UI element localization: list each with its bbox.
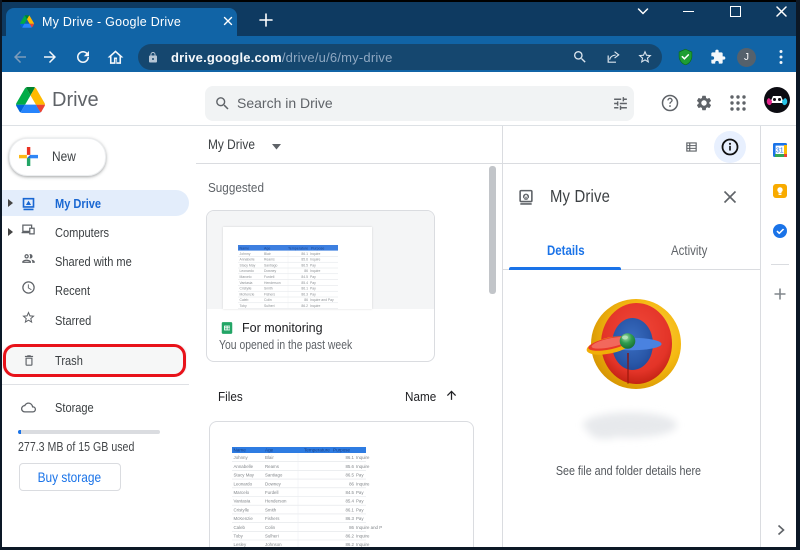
svg-text:Inquire: Inquire [356,533,370,538]
svg-text:86.3: 86.3 [301,292,308,296]
svg-text:McKenzie: McKenzie [240,292,255,296]
svg-text:86.5: 86.5 [345,472,354,477]
svg-text:Temperature: Temperature [288,246,308,250]
svg-text:Leonardo: Leonardo [240,269,254,273]
svg-text:Lesley: Lesley [233,542,246,547]
svg-text:Furdell: Furdell [265,490,278,495]
svg-text:Blair: Blair [264,252,272,256]
svg-text:86: 86 [349,524,354,529]
svg-text:Henderson: Henderson [264,281,281,285]
svg-text:Blair: Blair [265,455,274,460]
svg-text:86.1: 86.1 [301,252,308,256]
svg-text:Toby: Toby [240,304,247,308]
svg-text:Santiago: Santiago [264,263,277,267]
svg-text:Pay: Pay [356,472,364,477]
svg-text:Furdell: Furdell [264,275,275,279]
svg-text:Stacy May: Stacy May [240,263,256,267]
svg-text:Stacy May: Stacy May [233,472,254,477]
svg-text:Sulheri: Sulheri [265,533,279,538]
svg-text:86.1: 86.1 [345,455,354,460]
svg-text:Pay: Pay [310,287,316,291]
svg-text:84.5: 84.5 [345,490,354,495]
svg-text:Marcelo: Marcelo [240,275,252,279]
svg-text:84.5: 84.5 [301,275,308,279]
svg-text:Downey: Downey [265,481,282,486]
svg-text:Fishers: Fishers [264,292,275,296]
svg-text:Pay: Pay [310,292,316,296]
svg-text:Caleb: Caleb [233,524,245,529]
svg-text:Pay: Pay [356,498,364,503]
svg-text:Inquire: Inquire [356,455,370,460]
svg-text:Age: Age [264,246,270,250]
svg-text:86: 86 [349,481,354,486]
svg-text:Johnny: Johnny [240,252,251,256]
svg-text:Reams: Reams [264,258,275,262]
svg-text:Pay: Pay [310,281,316,285]
svg-text:Marcelo: Marcelo [233,490,249,495]
svg-text:85.6: 85.6 [345,463,354,468]
svg-text:Purpose: Purpose [333,447,351,452]
svg-text:86.1: 86.1 [345,507,354,512]
svg-text:Pay: Pay [310,275,316,279]
svg-text:86.2: 86.2 [345,533,354,538]
svg-text:Cristylle: Cristylle [233,507,249,512]
svg-text:Temperature: Temperature [304,447,330,452]
svg-text:Johnny: Johnny [233,455,248,460]
svg-text:Purpose: Purpose [311,246,324,250]
svg-text:Name: Name [240,246,250,250]
svg-text:Inquire: Inquire [310,269,320,273]
svg-text:86: 86 [304,269,308,273]
svg-text:McKenzie: McKenzie [233,516,253,521]
svg-text:85.4: 85.4 [345,498,354,503]
svg-text:86.5: 86.5 [301,263,308,267]
svg-text:Annabelle: Annabelle [233,463,253,468]
svg-text:86.2: 86.2 [345,542,354,547]
svg-text:Pay: Pay [310,263,316,267]
svg-text:Name: Name [233,447,246,452]
svg-text:Johnson: Johnson [265,542,282,547]
svg-text:Colin: Colin [265,524,276,529]
svg-text:Downey: Downey [264,269,277,273]
svg-text:Fishers: Fishers [265,516,280,521]
svg-text:Inquire and Pay: Inquire and Pay [356,524,382,529]
svg-text:Smith: Smith [265,507,277,512]
svg-text:Annabelle: Annabelle [240,258,255,262]
svg-text:Inquire: Inquire [310,252,320,256]
svg-text:Santiago: Santiago [265,472,283,477]
svg-text:Pay: Pay [356,516,364,521]
svg-text:Inquire: Inquire [310,258,320,262]
svg-text:86: 86 [304,298,308,302]
svg-text:Henderson: Henderson [265,498,287,503]
svg-text:85.6: 85.6 [301,258,308,262]
svg-text:Toby: Toby [233,533,243,538]
svg-text:Vantasia: Vantasia [240,281,253,285]
svg-text:Reams: Reams [265,463,280,468]
svg-text:Colin: Colin [264,298,272,302]
svg-text:Cristylle: Cristylle [240,287,252,291]
svg-text:Pay: Pay [356,490,364,495]
svg-text:31: 31 [776,147,784,154]
svg-text:Sulheri: Sulheri [264,304,275,308]
svg-text:86.3: 86.3 [345,516,354,521]
svg-text:85.4: 85.4 [301,281,308,285]
svg-text:Pay: Pay [356,507,364,512]
svg-text:86.2: 86.2 [301,304,308,308]
svg-text:Inquire: Inquire [356,463,370,468]
svg-text:Smith: Smith [264,287,273,291]
svg-text:Leonardo: Leonardo [233,481,252,486]
svg-text:Vantasia: Vantasia [233,498,250,503]
svg-text:86.1: 86.1 [301,287,308,291]
svg-text:Inquire: Inquire [356,542,370,547]
svg-text:Caleb: Caleb [240,298,249,302]
svg-text:Inquire: Inquire [310,304,320,308]
svg-text:Inquire and Pay: Inquire and Pay [310,298,334,302]
svg-text:Inquire: Inquire [356,481,370,486]
svg-text:Age: Age [265,447,274,452]
